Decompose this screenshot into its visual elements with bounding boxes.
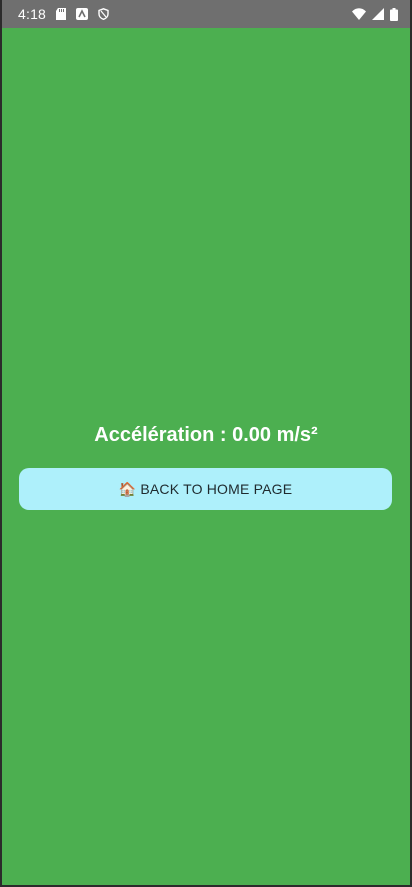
home-icon: 🏠 (118, 480, 137, 497)
back-to-home-button[interactable]: 🏠 BACK TO HOME PAGE (19, 468, 392, 510)
battery-icon (390, 7, 398, 21)
status-right (352, 7, 398, 21)
back-to-home-label: BACK TO HOME PAGE (140, 481, 293, 497)
main-content: Accélération : 0.00 m/s² 🏠 BACK TO HOME … (2, 28, 410, 885)
app-notification-icon (76, 8, 89, 20)
sd-card-icon (56, 8, 67, 20)
app-screen: 4:18 Accélération: 0.00 m/s² 🏠 BACK TO … (0, 0, 412, 887)
status-time: 4:18 (18, 6, 47, 22)
status-bar: 4:18 (2, 0, 410, 28)
wifi-icon (352, 8, 366, 20)
status-left: 4:18 (18, 6, 109, 22)
cellular-signal-icon (372, 8, 384, 20)
status-left-icons (56, 8, 109, 21)
vpn-shield-icon (98, 8, 109, 21)
acceleration-readout: Accélération : 0.00 m/s² (94, 424, 318, 446)
